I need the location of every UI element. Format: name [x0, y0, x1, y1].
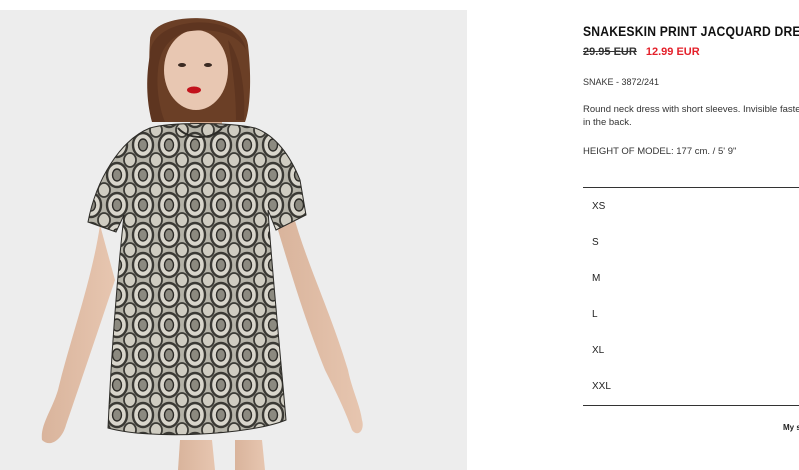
original-price: 29.95 EUR: [583, 46, 637, 58]
sale-price: 12.99 EUR: [645, 46, 700, 58]
price-row: 29.95 EUR 12.99 EUR: [583, 46, 700, 58]
my-size-link[interactable]: My size: [783, 423, 799, 432]
product-reference: SNAKE - 3872/241: [583, 77, 660, 87]
product-info-panel: SNAKESKIN PRINT JACQUARD DRESS 29.95 EUR…: [583, 0, 799, 470]
size-selector: XS S M L XL XXL: [583, 187, 799, 406]
size-option-xs[interactable]: XS: [583, 189, 799, 225]
product-description: Round neck dress with short sleeves. Inv…: [583, 104, 799, 128]
model-photo: [41, 18, 363, 470]
size-option-m[interactable]: M: [583, 261, 799, 297]
size-option-l[interactable]: L: [583, 297, 799, 333]
size-option-xl[interactable]: XL: [583, 333, 799, 369]
size-option-s[interactable]: S: [583, 225, 799, 261]
product-title: SNAKESKIN PRINT JACQUARD DRESS: [583, 24, 799, 39]
product-image[interactable]: [0, 10, 467, 470]
size-option-xxl[interactable]: XXL: [583, 369, 799, 405]
model-height-info: HEIGHT OF MODEL: 177 cm. / 5' 9": [583, 146, 737, 157]
product-page: SNAKESKIN PRINT JACQUARD DRESS 29.95 EUR…: [0, 0, 799, 470]
